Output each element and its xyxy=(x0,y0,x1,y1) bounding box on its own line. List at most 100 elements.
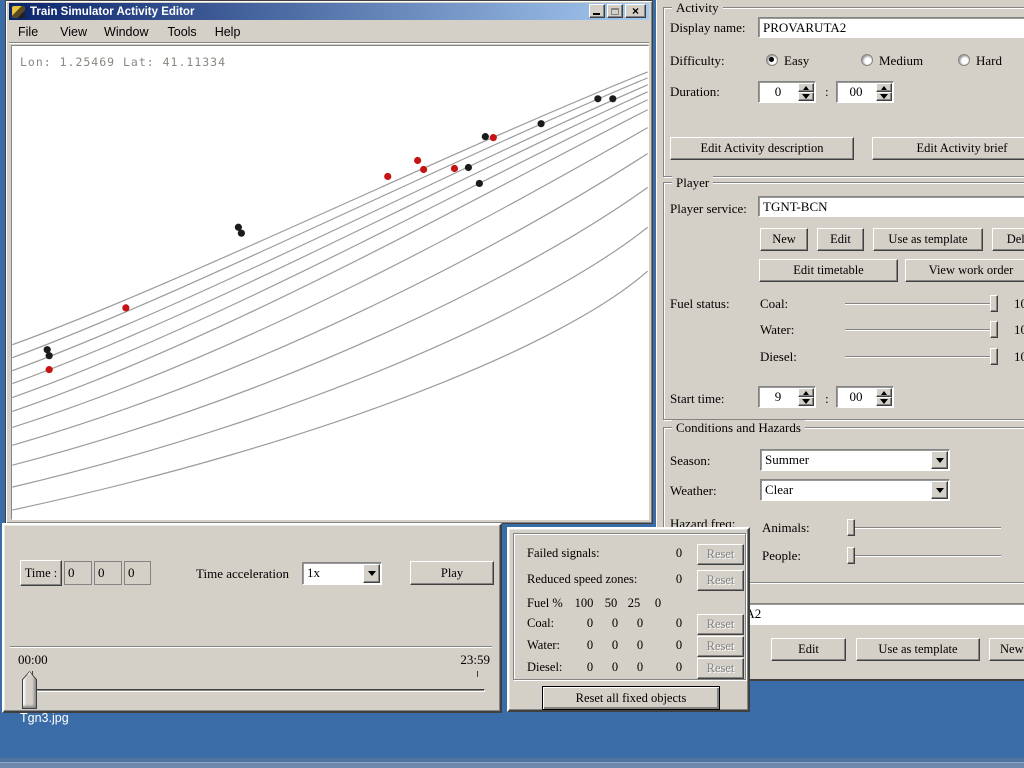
timeline-track[interactable] xyxy=(27,689,485,692)
spin-down-button[interactable] xyxy=(798,92,814,101)
menu-help[interactable]: Help xyxy=(215,25,241,39)
player-service-input[interactable]: TGNT-BCN xyxy=(758,196,1024,217)
red-marker-dot[interactable] xyxy=(451,165,458,172)
time-seconds-box[interactable]: 0 xyxy=(124,561,151,585)
black-marker-dot[interactable] xyxy=(476,180,483,187)
coal-slider[interactable] xyxy=(845,303,995,305)
edit-timetable-button[interactable]: Edit timetable xyxy=(759,259,898,282)
menu-window[interactable]: Window xyxy=(104,25,148,39)
difficulty-radio-easy[interactable] xyxy=(766,54,778,66)
water-row: Water: 0 0 0 0 Reset xyxy=(514,636,745,658)
reset-diesel-button[interactable]: Reset xyxy=(697,658,744,679)
reset-failed-signals-button[interactable]: Reset xyxy=(697,544,744,565)
water-value-100: 0 xyxy=(578,638,602,653)
animals-slider-handle[interactable] xyxy=(847,519,855,536)
start-minutes-spinner[interactable]: 00 xyxy=(836,386,894,408)
weather-dropdown[interactable]: Clear xyxy=(760,479,950,501)
maximize-button[interactable] xyxy=(607,4,623,18)
black-marker-dot[interactable] xyxy=(238,230,245,237)
service-delete-button[interactable]: Delete xyxy=(992,228,1024,251)
track-map-svg xyxy=(12,46,648,519)
red-marker-dot[interactable] xyxy=(414,157,421,164)
activity-new-button[interactable]: New xyxy=(989,638,1024,661)
edit-activity-description-button[interactable]: Edit Activity description xyxy=(670,137,854,160)
close-button[interactable]: × xyxy=(625,4,646,18)
reset-reduced-speed-zones-button[interactable]: Reset xyxy=(697,570,744,591)
water-slider-handle[interactable] xyxy=(990,321,998,338)
fuel-header-100: 100 xyxy=(572,596,596,611)
diesel-slider[interactable] xyxy=(845,356,995,358)
activity-use-as-template-button[interactable]: Use as template xyxy=(856,638,980,661)
view-work-order-button[interactable]: View work order xyxy=(905,259,1024,282)
menu-view[interactable]: View xyxy=(60,25,87,39)
minimize-button[interactable] xyxy=(589,4,605,18)
black-marker-dot[interactable] xyxy=(594,95,601,102)
spin-down-button[interactable] xyxy=(876,92,892,101)
service-edit-button[interactable]: Edit xyxy=(817,228,864,251)
red-marker-dot[interactable] xyxy=(490,134,497,141)
play-button[interactable]: Play xyxy=(410,561,494,585)
spin-up-button[interactable] xyxy=(876,388,892,397)
time-hours-box[interactable]: 0 xyxy=(64,561,92,585)
map-coordinates: Lon: 1.25469 Lat: 41.11334 xyxy=(20,55,226,69)
people-slider[interactable] xyxy=(849,555,1001,557)
time-minutes-box[interactable]: 0 xyxy=(94,561,122,585)
start-minutes-value: 00 xyxy=(837,389,875,405)
coal-value-100: 0 xyxy=(578,616,602,631)
dropdown-button[interactable] xyxy=(931,481,948,499)
dropdown-button[interactable] xyxy=(931,451,948,469)
fuel-header-25: 25 xyxy=(622,596,646,611)
desktop: { "desktop": { "file_label": "Tgn3.jpg" … xyxy=(0,0,1024,768)
dropdown-button[interactable] xyxy=(363,564,380,583)
reset-water-button[interactable]: Reset xyxy=(697,636,744,657)
black-marker-dot[interactable] xyxy=(482,133,489,140)
route-map-canvas[interactable]: Lon: 1.25469 Lat: 41.11334 xyxy=(11,45,649,520)
service-use-as-template-button[interactable]: Use as template xyxy=(873,228,983,251)
spin-up-button[interactable] xyxy=(876,83,892,92)
spin-down-button[interactable] xyxy=(876,397,892,406)
black-marker-dot[interactable] xyxy=(46,352,53,359)
black-marker-dot[interactable] xyxy=(609,95,616,102)
diesel-value-25: 0 xyxy=(628,660,652,675)
desktop-file-label[interactable]: Tgn3.jpg xyxy=(20,711,69,725)
edit-activity-brief-button[interactable]: Edit Activity brief xyxy=(872,137,1024,160)
red-marker-dot[interactable] xyxy=(46,366,53,373)
duration-hours-spinner[interactable]: 0 xyxy=(758,81,816,103)
display-name-input[interactable]: PROVARUTA2 xyxy=(758,17,1024,38)
time-acceleration-dropdown[interactable]: 1x xyxy=(302,562,382,585)
activity-edit-button[interactable]: Edit xyxy=(771,638,846,661)
water-slider[interactable] xyxy=(845,329,995,331)
difficulty-radio-medium[interactable] xyxy=(861,54,873,66)
spin-up-button[interactable] xyxy=(798,83,814,92)
duration-minutes-spinner[interactable]: 00 xyxy=(836,81,894,103)
reset-coal-button[interactable]: Reset xyxy=(697,614,744,635)
failed-signals-label: Failed signals: xyxy=(527,546,600,561)
reset-all-fixed-objects-button[interactable]: Reset all fixed objects xyxy=(542,686,720,710)
timeline-end-label: 23:59 xyxy=(460,652,490,668)
fixed-objects-panel: Failed signals: 0 Reset Reduced speed zo… xyxy=(507,527,750,712)
coal-slider-handle[interactable] xyxy=(990,295,998,312)
black-marker-dot[interactable] xyxy=(538,120,545,127)
menu-tools[interactable]: Tools xyxy=(168,25,197,39)
track-line xyxy=(12,92,647,384)
player-group: Player Player service: TGNT-BCN New Edit… xyxy=(663,182,1024,420)
black-marker-dot[interactable] xyxy=(465,164,472,171)
difficulty-radio-hard[interactable] xyxy=(958,54,970,66)
diesel-slider-handle[interactable] xyxy=(990,348,998,365)
red-marker-dot[interactable] xyxy=(420,166,427,173)
people-slider-handle[interactable] xyxy=(847,547,855,564)
window-title: Train Simulator Activity Editor xyxy=(30,6,194,18)
red-marker-dot[interactable] xyxy=(384,173,391,180)
water-value-50: 0 xyxy=(603,638,627,653)
title-bar[interactable]: Train Simulator Activity Editor × xyxy=(9,3,649,20)
service-new-button[interactable]: New xyxy=(760,228,808,251)
season-dropdown[interactable]: Summer xyxy=(760,449,950,471)
menu-file[interactable]: File xyxy=(18,25,38,39)
timeline-slider-handle[interactable] xyxy=(22,671,37,709)
start-hours-spinner[interactable]: 9 xyxy=(758,386,816,408)
spin-up-button[interactable] xyxy=(798,388,814,397)
animals-slider[interactable] xyxy=(849,527,1001,529)
arrow-up-icon xyxy=(881,86,887,90)
spin-down-button[interactable] xyxy=(798,397,814,406)
red-marker-dot[interactable] xyxy=(122,304,129,311)
